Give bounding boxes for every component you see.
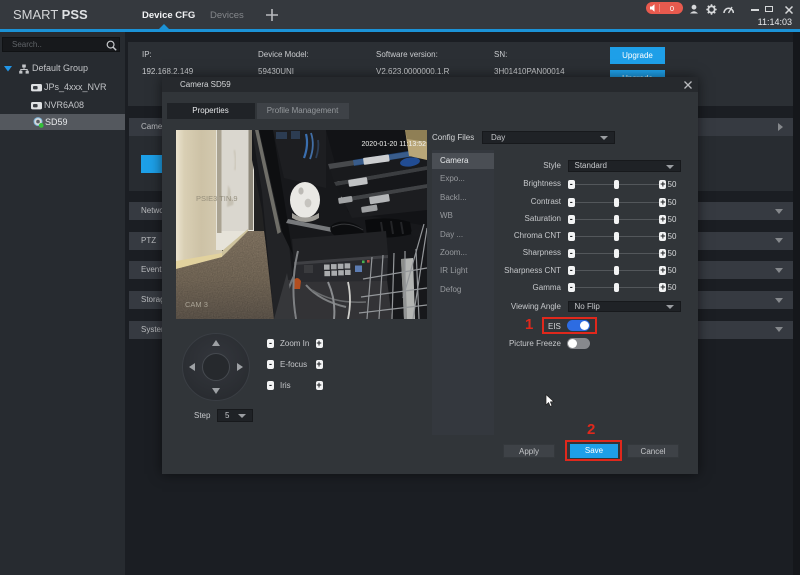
svg-text:PSIE3 TIN.9: PSIE3 TIN.9 (196, 194, 238, 203)
svg-text:CAM 3: CAM 3 (185, 300, 208, 309)
svg-text:0: 0 (670, 4, 674, 13)
svg-text:2020-01-20 11:13:52: 2020-01-20 11:13:52 (362, 141, 427, 148)
